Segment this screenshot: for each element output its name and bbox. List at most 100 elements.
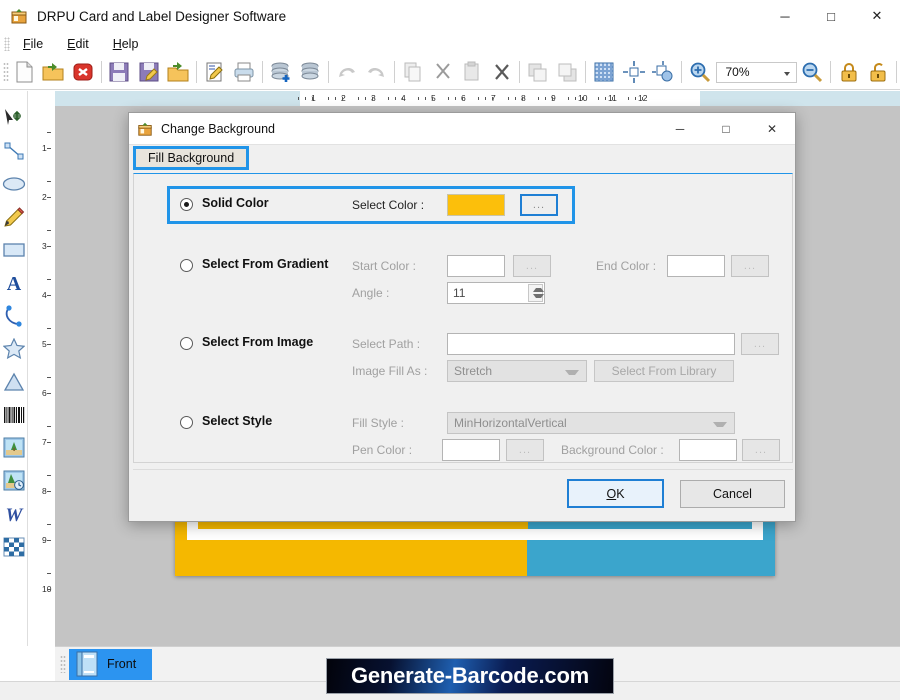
close-document-icon[interactable]	[68, 57, 98, 87]
curve-tool[interactable]	[1, 299, 27, 332]
solid-color-browse-button[interactable]: ...	[520, 194, 558, 216]
page-tab-front[interactable]: Front	[69, 648, 153, 680]
close-button[interactable]: ✕	[854, 0, 900, 32]
print-icon[interactable]	[230, 57, 260, 87]
pattern-tool[interactable]	[1, 530, 27, 563]
minimize-button[interactable]: ─	[762, 0, 808, 32]
watermark-tool[interactable]	[1, 464, 27, 497]
radio-select-style[interactable]	[180, 416, 193, 429]
toolbar-separator	[262, 61, 264, 83]
menu-bar: File Edit Help	[0, 32, 900, 55]
background-grid-icon[interactable]	[589, 57, 619, 87]
object-settings-icon[interactable]	[648, 57, 678, 87]
send-back-icon[interactable]	[553, 57, 583, 87]
ruler-h-tick	[598, 97, 599, 100]
solid-color-swatch[interactable]	[447, 194, 505, 216]
ruler-h-tick	[642, 97, 643, 100]
dialog-minimize-button[interactable]: ─	[657, 113, 703, 145]
dialog-title-bar: Change Background ─ □ ✕	[129, 113, 795, 145]
ruler-h-tick	[538, 97, 539, 100]
select-move-tool[interactable]	[1, 101, 27, 134]
ellipse-tool[interactable]	[1, 167, 27, 200]
database-add-icon[interactable]	[266, 57, 296, 87]
bring-front-icon[interactable]	[523, 57, 553, 87]
ok-button[interactable]: OK	[567, 479, 664, 508]
image-path-input[interactable]	[447, 333, 735, 355]
chevron-up-icon[interactable]	[532, 288, 544, 292]
menu-edit[interactable]: Edit	[56, 35, 100, 53]
menu-help[interactable]: Help	[102, 35, 150, 53]
pencil-tool[interactable]	[1, 200, 27, 233]
open-folder-icon[interactable]	[38, 57, 68, 87]
cancel-button[interactable]: Cancel	[680, 479, 785, 508]
radio-solid-color[interactable]	[180, 198, 193, 211]
background-color-browse-button[interactable]: ...	[742, 439, 780, 461]
delete-icon[interactable]	[487, 57, 517, 87]
cut-icon[interactable]	[428, 57, 458, 87]
open-recent-icon[interactable]	[164, 57, 194, 87]
star-tool[interactable]	[1, 332, 27, 365]
pen-color-browse-button[interactable]: ...	[506, 439, 544, 461]
gradient-start-browse-button[interactable]: ...	[513, 255, 551, 277]
ruler-v-tick	[47, 132, 51, 133]
image-fill-as-combo[interactable]: Stretch	[447, 360, 587, 382]
triangle-tool[interactable]	[1, 365, 27, 398]
save-as-icon[interactable]	[134, 57, 164, 87]
edit-document-icon[interactable]	[200, 57, 230, 87]
paste-icon[interactable]	[457, 57, 487, 87]
maximize-button[interactable]: □	[808, 0, 854, 32]
label-start-color: Start Color :	[352, 259, 417, 273]
radio-select-from-image[interactable]	[180, 337, 193, 350]
chevron-down-icon[interactable]	[532, 294, 544, 298]
ruler-h-tick	[358, 97, 359, 100]
menu-drag-grip[interactable]	[4, 36, 10, 51]
ruler-h-tick	[418, 97, 419, 100]
image-path-browse-button[interactable]: ...	[741, 333, 779, 355]
ruler-h-tick	[575, 97, 576, 100]
pen-color-swatch[interactable]	[442, 439, 500, 461]
save-icon[interactable]	[104, 57, 134, 87]
tab-fill-background[interactable]: Fill Background	[133, 146, 250, 170]
tabstrip-drag-grip[interactable]	[60, 655, 66, 673]
rectangle-tool[interactable]	[1, 233, 27, 266]
line-tool[interactable]	[1, 134, 27, 167]
zoom-level-combo[interactable]: 70%	[716, 61, 798, 83]
database-icon[interactable]	[296, 57, 326, 87]
new-document-icon[interactable]	[9, 57, 39, 87]
unlock-icon[interactable]	[863, 57, 893, 87]
image-tool[interactable]	[1, 431, 27, 464]
copy-icon[interactable]	[398, 57, 428, 87]
ruler-v-tick	[47, 475, 51, 476]
wordart-tool[interactable]: W	[1, 497, 27, 530]
menu-file[interactable]: File	[12, 35, 54, 53]
barcode-tool[interactable]	[1, 398, 27, 431]
redo-icon[interactable]	[362, 57, 392, 87]
zoom-out-icon[interactable]	[797, 57, 827, 87]
gradient-end-browse-button[interactable]: ...	[731, 255, 769, 277]
background-color-swatch[interactable]	[679, 439, 737, 461]
dialog-close-button[interactable]: ✕	[749, 113, 795, 145]
menu-file-rest: ile	[30, 36, 44, 51]
ruler-h-tick	[522, 97, 523, 100]
ruler-h-tick	[508, 97, 509, 100]
radio-select-from-gradient[interactable]	[180, 259, 193, 272]
dialog-maximize-button[interactable]: □	[703, 113, 749, 145]
select-from-library-button[interactable]: Select From Library	[594, 360, 734, 382]
gradient-end-color-swatch[interactable]	[667, 255, 725, 277]
title-bar: DRPU Card and Label Designer Software ─ …	[0, 0, 900, 32]
toolbar-separator	[519, 61, 521, 83]
tool-palette: A W	[0, 91, 28, 646]
ruler-v-tick	[47, 524, 51, 525]
undo-icon[interactable]	[332, 57, 362, 87]
lock-icon[interactable]	[834, 57, 864, 87]
ruler-v-tick	[47, 393, 51, 394]
dialog-footer: OK Cancel	[133, 469, 793, 517]
text-tool[interactable]: A	[1, 266, 27, 299]
fill-style-combo[interactable]: MinHorizontalVertical	[447, 412, 735, 434]
ruler-v-tick	[47, 344, 51, 345]
spinner-arrows[interactable]	[528, 284, 544, 302]
align-center-icon[interactable]	[619, 57, 649, 87]
gradient-start-color-swatch[interactable]	[447, 255, 505, 277]
zoom-in-icon[interactable]	[685, 57, 715, 87]
gradient-angle-spinner[interactable]: 11	[447, 282, 545, 304]
